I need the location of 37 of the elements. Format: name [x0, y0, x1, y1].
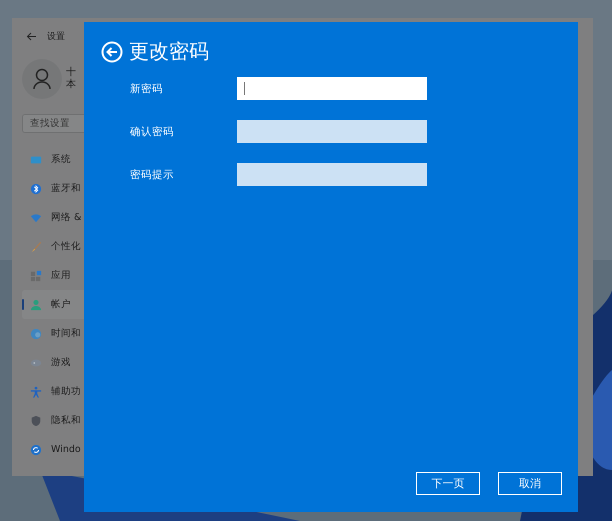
nav-item[interactable]: Windo	[22, 435, 84, 464]
nav-icon	[30, 414, 42, 426]
nav-item[interactable]: 游戏	[22, 348, 84, 377]
nav-item[interactable]: 蓝牙和	[22, 174, 84, 203]
nav-icon	[30, 444, 42, 456]
nav-icon	[30, 240, 42, 252]
dialog-button[interactable]: 取消	[498, 472, 562, 495]
nav-item[interactable]: 隐私和	[22, 406, 84, 435]
account-subtitle: 本	[66, 79, 76, 91]
nav-item[interactable]: 网络 &	[22, 203, 84, 232]
nav-icon	[30, 356, 42, 368]
nav-icon	[30, 154, 42, 166]
input-field[interactable]	[237, 120, 427, 143]
input-field[interactable]	[237, 163, 427, 186]
nav-icon	[30, 270, 42, 282]
dialog-title: 更改密码	[129, 38, 209, 65]
window-title: 设置	[47, 30, 65, 42]
field-label: 新密码	[130, 82, 164, 96]
account-name: 十	[66, 67, 76, 78]
back-arrow-icon[interactable]	[26, 32, 37, 40]
field-label: 确认密码	[130, 124, 175, 138]
nav-icon	[30, 328, 42, 340]
nav-item[interactable]: 辅助功	[22, 377, 84, 406]
nav-item[interactable]: 系统	[22, 145, 84, 174]
field-label: 密码提示	[130, 168, 175, 182]
nav-icon	[30, 212, 42, 224]
nav-icon	[30, 298, 42, 310]
nav-icon	[30, 182, 42, 194]
nav-icon	[30, 386, 42, 398]
nav-item[interactable]: 时间和	[22, 319, 84, 348]
nav-item[interactable]: 个性化	[22, 232, 84, 261]
input-field[interactable]	[237, 77, 427, 100]
search-field[interactable]: 查找设置	[22, 114, 84, 133]
avatar-icon	[22, 59, 62, 99]
nav-item[interactable]: 帐户	[22, 290, 84, 319]
dialog-button[interactable]: 下一页	[416, 472, 480, 495]
nav-item[interactable]: 应用	[22, 261, 84, 290]
